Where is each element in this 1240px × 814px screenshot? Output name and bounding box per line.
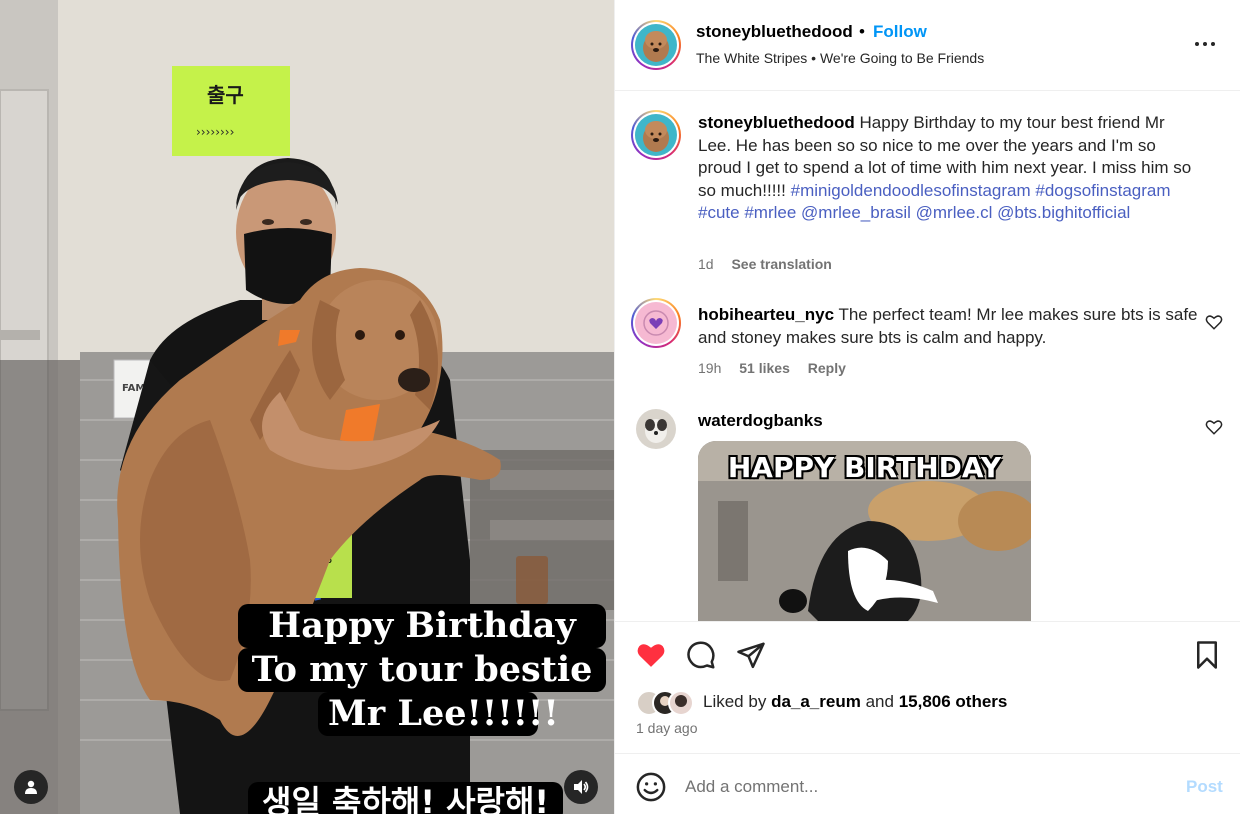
gif-title: HAPPY BIRTHDAY (727, 451, 1002, 484)
dog-avatar-image (636, 409, 676, 449)
post-time[interactable]: 1 day ago (636, 720, 698, 736)
heart-avatar-image (635, 302, 677, 344)
caption-line-3: Mr Lee!!!!!! (318, 692, 559, 736)
mention-link[interactable]: @mrlee.cl (916, 203, 993, 222)
caption-avatar[interactable] (631, 110, 681, 160)
comment-text: hobihearteu_nyc The perfect team! Mr lee… (698, 304, 1198, 349)
korean-caption-line: 생일 축하해! 사랑해! (248, 782, 563, 814)
paper-plane-icon[interactable] (736, 640, 766, 670)
avatar[interactable] (631, 20, 681, 70)
caption-age: 1d (698, 256, 714, 272)
commenter-avatar[interactable] (636, 409, 676, 449)
post-header: stoneybluethedood • Follow The White Str… (615, 0, 1240, 91)
emoji-smile-icon[interactable] (636, 772, 666, 802)
commenter-avatar[interactable] (631, 298, 681, 348)
likes-count-link[interactable]: 15,806 others (899, 692, 1008, 711)
hashtag-link[interactable]: #cute (698, 203, 740, 222)
caption-meta: 1d See translation (698, 256, 846, 272)
caption-text: stoneybluethedood Happy Birthday to my t… (698, 112, 1198, 225)
dog-avatar-image (635, 114, 677, 156)
comment-text: waterdogbanks (698, 410, 1198, 433)
post-comment-button[interactable]: Post (1186, 777, 1223, 797)
liked-by-and: and (865, 692, 894, 711)
comment-username[interactable]: waterdogbanks (698, 411, 823, 430)
user-tag-button[interactable] (14, 770, 48, 804)
post-actions: Liked by da_a_reum and 15,806 others 1 d… (615, 621, 1240, 753)
mention-link[interactable]: @mrlee_brasil (801, 203, 911, 222)
comment-input[interactable] (685, 772, 1165, 802)
audio-toggle-button[interactable] (564, 770, 598, 804)
caption-line-1: Happy Birthday (238, 604, 606, 648)
liked-by-user-link[interactable]: da_a_reum (771, 692, 861, 711)
hashtag-link[interactable]: #minigoldendoodlesofinstagram (791, 181, 1031, 200)
liked-by-prefix: Liked by (703, 692, 767, 711)
heart-filled-icon[interactable] (636, 640, 666, 670)
bookmark-icon[interactable] (1192, 640, 1222, 670)
liked-by-text: Liked by da_a_reum and 15,806 others (703, 692, 1007, 712)
audio-track-link[interactable]: The White Stripes • We're Going to Be Fr… (696, 50, 984, 66)
comment-meta: 19h 51 likes Reply (698, 360, 860, 376)
comment-bubble-icon[interactable] (686, 640, 716, 670)
comment-age: 19h (698, 360, 722, 376)
more-horizontal-icon[interactable] (1193, 36, 1217, 52)
mention-link[interactable]: @bts.bighitofficial (997, 203, 1130, 222)
reply-button[interactable]: Reply (808, 360, 846, 376)
hashtag-link[interactable]: #mrlee (744, 203, 796, 222)
post-caption: stoneybluethedood Happy Birthday to my t… (615, 91, 1240, 291)
heart-outline-icon[interactable] (1205, 418, 1223, 436)
video-caption-overlay: Happy Birthday To my tour bestie Mr Lee!… (238, 604, 606, 736)
comment-likes[interactable]: 51 likes (739, 360, 790, 376)
user-icon (25, 780, 37, 794)
post-media[interactable]: FAMILY 출구 ›››››››› 076 (0, 0, 614, 814)
comment-composer: Post (615, 753, 1240, 814)
follow-button[interactable]: Follow (873, 22, 927, 42)
hashtag-link[interactable]: #dogsofinstagram (1035, 181, 1170, 200)
caption-username[interactable]: stoneybluethedood (698, 113, 855, 132)
comment-gif[interactable]: HAPPY BIRTHDAY (698, 441, 1031, 621)
comment-item: hobihearteu_nyc The perfect team! Mr lee… (615, 291, 1240, 401)
exit-sign-text: 출구 (207, 83, 244, 107)
dog-avatar-image (635, 24, 677, 66)
speaker-icon (574, 780, 589, 794)
see-translation-button[interactable]: See translation (731, 256, 831, 272)
liked-by-avatars (636, 690, 694, 716)
caption-line-2: To my tour bestie (238, 648, 606, 692)
comment-username[interactable]: hobihearteu_nyc (698, 305, 834, 324)
heart-outline-icon[interactable] (1205, 313, 1223, 331)
post-side-panel: stoneybluethedood • Follow The White Str… (614, 0, 1240, 814)
header-username[interactable]: stoneybluethedood (696, 22, 853, 42)
svg-text:››››››››: ›››››››› (196, 125, 234, 139)
header-separator: • (859, 22, 865, 41)
